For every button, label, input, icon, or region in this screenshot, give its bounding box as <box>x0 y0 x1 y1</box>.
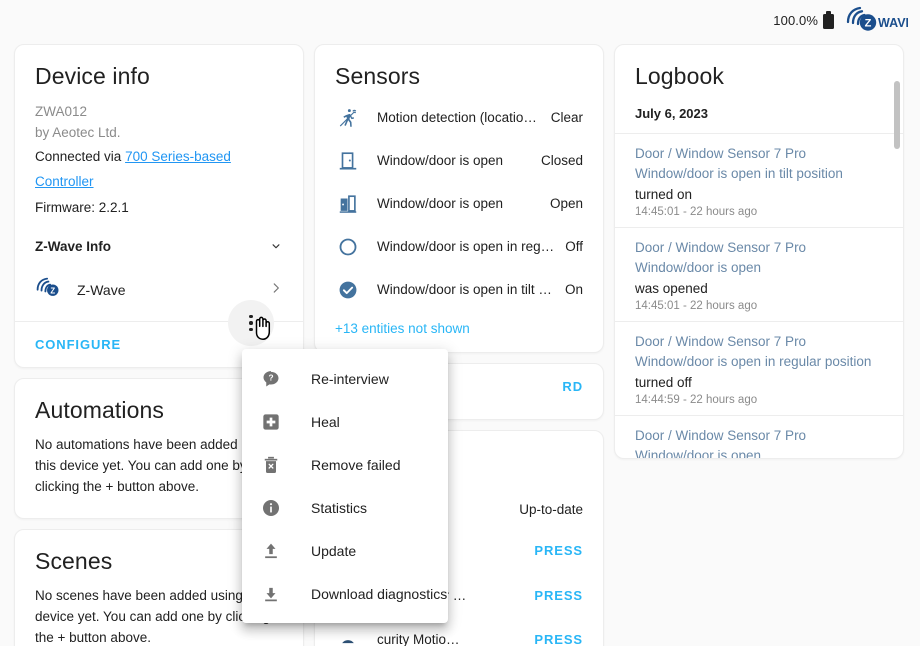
menu-item-download-diagnostics[interactable]: Download diagnostics <box>242 572 448 615</box>
menu-item-label: Statistics <box>311 500 367 516</box>
sensor-state: Clear <box>551 110 583 125</box>
sensor-row[interactable]: Window/door is open in regular … Off <box>335 225 583 268</box>
logbook-card: Logbook July 6, 2023 Door / Window Senso… <box>614 44 904 459</box>
logbook-action: turned off <box>635 373 883 393</box>
logbook-timestamp: 14:45:01 - 22 hours ago <box>635 300 883 312</box>
sensor-name: Window/door is open in regular … <box>377 239 565 254</box>
logbook-entries[interactable]: Door / Window Sensor 7 Pro Window/door i… <box>615 133 903 459</box>
menu-item-label: Remove failed <box>311 457 401 473</box>
device-info-body: ZWA012 by Aeotec Ltd. Connected via 700 … <box>15 92 303 225</box>
battery-status: 100.0% <box>773 11 834 29</box>
top-bar: 100.0% Z WAVE <box>0 0 920 40</box>
firmware-version: Firmware: 2.2.1 <box>35 195 283 221</box>
download-icon <box>260 584 282 604</box>
logbook-title: Logbook <box>615 45 903 92</box>
logbook-entry[interactable]: Door / Window Sensor 7 Pro Window/door i… <box>615 415 903 459</box>
motion-sensor-icon <box>335 107 361 129</box>
press-button[interactable]: PRESS <box>534 632 583 646</box>
logbook-entry[interactable]: Door / Window Sensor 7 Pro Window/door i… <box>615 133 903 227</box>
sensors-title: Sensors <box>315 45 603 92</box>
logbook-entity-name[interactable]: Door / Window Sensor 7 Pro Window/door i… <box>635 426 883 459</box>
svg-text:Z: Z <box>865 17 872 29</box>
connected-via-line: Connected via 700 Series-based Controlle… <box>35 144 283 195</box>
logbook-entity-name[interactable]: Door / Window Sensor 7 Pro Window/door i… <box>635 144 883 185</box>
zwave-icon: Z <box>35 276 61 305</box>
heal-plus-icon <box>260 412 282 432</box>
sensor-state: On <box>565 282 583 297</box>
door-closed-icon <box>335 150 361 172</box>
device-manufacturer: by Aeotec Ltd. <box>35 123 283 144</box>
battery-full-icon <box>823 11 834 29</box>
logbook-date-header: July 6, 2023 <box>615 92 903 133</box>
sensor-name: Window/door is open <box>377 153 541 168</box>
overflow-menu-button[interactable] <box>228 300 274 346</box>
overflow-menu-icon <box>249 315 253 332</box>
menu-item-remove-failed[interactable]: Remove failed <box>242 443 448 486</box>
question-bubble-icon: ? <box>260 369 282 389</box>
column-right: Logbook July 6, 2023 Door / Window Senso… <box>614 44 904 646</box>
zwave-integration-label: Z-Wave <box>77 282 253 298</box>
logbook-entry[interactable]: Door / Window Sensor 7 Pro Window/door i… <box>615 321 903 415</box>
device-info-title: Device info <box>15 45 303 92</box>
circle-outline-icon <box>335 236 361 258</box>
menu-item-label: Heal <box>311 414 340 430</box>
device-model: ZWA012 <box>35 102 283 123</box>
overflow-menu: ? Re-interview Heal <box>242 349 448 623</box>
logbook-scrollbar-thumb[interactable] <box>894 81 900 149</box>
battery-percent-label: 100.0% <box>773 13 818 28</box>
svg-text:WAVE: WAVE <box>878 16 908 30</box>
configure-button[interactable]: CONFIGURE <box>35 337 121 352</box>
logbook-timestamp: 14:44:59 - 22 hours ago <box>635 394 883 406</box>
door-open-icon <box>335 193 361 215</box>
partial-add-button[interactable]: RD <box>562 379 583 394</box>
sensor-row[interactable]: Motion detection (location pr… Clear <box>335 96 583 139</box>
check-circle-icon <box>335 279 361 301</box>
press-button[interactable]: PRESS <box>534 543 583 558</box>
diagnostic-state: Up-to-date <box>519 502 583 517</box>
menu-item-statistics[interactable]: Statistics <box>242 486 448 529</box>
sensors-card: Sensors <box>314 44 604 353</box>
info-circle-icon <box>260 498 282 518</box>
card-columns: Device info ZWA012 by Aeotec Ltd. Connec… <box>14 44 904 646</box>
press-button[interactable]: PRESS <box>534 588 583 603</box>
sensor-row[interactable]: Window/door is open Closed <box>335 139 583 182</box>
sensor-name: Window/door is open in tilt posi… <box>377 282 565 297</box>
sensor-state: Off <box>565 239 583 254</box>
logbook-action: turned on <box>635 185 883 205</box>
sensor-row[interactable]: Window/door is open Open <box>335 182 583 225</box>
sensor-row[interactable]: Window/door is open in tilt posi… On <box>335 268 583 311</box>
menu-item-heal[interactable]: Heal <box>242 400 448 443</box>
delete-failed-icon <box>260 455 282 475</box>
sensor-state: Open <box>550 196 583 211</box>
upload-icon <box>260 541 282 561</box>
chevron-right-icon <box>269 281 283 300</box>
sensors-list: Motion detection (location pr… Clear Win… <box>315 92 603 313</box>
zwave-info-label: Z-Wave Info <box>35 239 111 254</box>
sensor-name: Motion detection (location pr… <box>377 110 551 125</box>
sensor-state: Closed <box>541 153 583 168</box>
menu-item-update[interactable]: Update <box>242 529 448 572</box>
menu-item-label: Re-interview <box>311 371 389 387</box>
motion-security-icon <box>335 629 361 646</box>
diagnostic-name: curity Motio… <box>377 632 534 646</box>
menu-item-label: Download diagnostics <box>311 586 447 602</box>
connected-via-prefix: Connected via <box>35 149 125 164</box>
menu-item-label: Update <box>311 543 356 559</box>
chevron-down-icon <box>269 239 283 253</box>
sensor-name: Window/door is open <box>377 196 550 211</box>
logbook-entity-name[interactable]: Door / Window Sensor 7 Pro Window/door i… <box>635 332 883 373</box>
logbook-entity-name[interactable]: Door / Window Sensor 7 Pro Window/door i… <box>635 238 883 279</box>
svg-text:Z: Z <box>50 286 55 295</box>
zwave-logo: Z WAVE <box>842 5 908 35</box>
logbook-action: was opened <box>635 279 883 299</box>
svg-text:?: ? <box>268 372 273 382</box>
entities-not-shown-link[interactable]: +13 entities not shown <box>315 313 603 352</box>
device-detail-page: 100.0% Z WAVE Device info <box>0 0 920 646</box>
logbook-timestamp: 14:45:01 - 22 hours ago <box>635 206 883 218</box>
zwave-info-expander[interactable]: Z-Wave Info <box>15 225 303 264</box>
menu-item-re-interview[interactable]: ? Re-interview <box>242 357 448 400</box>
logbook-entry[interactable]: Door / Window Sensor 7 Pro Window/door i… <box>615 227 903 321</box>
